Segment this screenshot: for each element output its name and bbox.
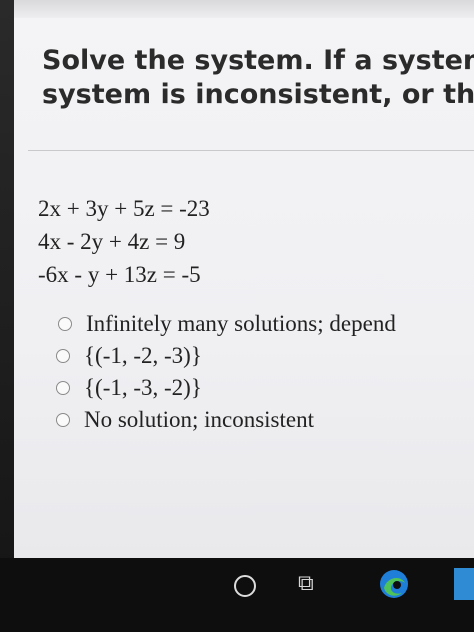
question-prompt-line-2: system is inconsistent, or th [42,79,474,110]
option-no-solution[interactable]: No solution; inconsistent [56,404,396,436]
pinned-app-icon[interactable] [454,568,474,600]
edge-browser-icon[interactable] [378,568,410,600]
option-label: Infinitely many solutions; depend [86,311,396,336]
equation-1: 2x + 3y + 5z = -23 [38,196,210,221]
search-icon[interactable] [234,575,256,597]
option-label: No solution; inconsistent [84,407,314,432]
divider [28,150,474,151]
radio-button[interactable] [58,317,72,331]
radio-button[interactable] [56,381,70,395]
equation-3: -6x - y + 13z = -5 [38,262,201,287]
radio-button[interactable] [56,413,70,427]
radio-button[interactable] [56,349,70,363]
question-prompt: Solve the system. If a system system is … [42,44,474,112]
task-view-icon[interactable]: ⧉ [298,571,324,597]
equation-2: 4x - 2y + 4z = 9 [38,229,186,254]
option-label: {(-1, -3, -2)} [84,375,202,400]
option-solution-a[interactable]: {(-1, -2, -3)} [56,340,396,372]
option-label: {(-1, -2, -3)} [84,343,202,368]
option-infinitely-many[interactable]: Infinitely many solutions; depend [56,308,396,340]
browser-chrome-strip [14,0,474,18]
answer-options: Infinitely many solutions; depend {(-1, … [56,308,396,436]
equation-system: 2x + 3y + 5z = -23 4x - 2y + 4z = 9 -6x … [38,192,210,291]
option-solution-b[interactable]: {(-1, -3, -2)} [56,372,396,404]
question-prompt-line-1: Solve the system. If a system [42,45,474,76]
